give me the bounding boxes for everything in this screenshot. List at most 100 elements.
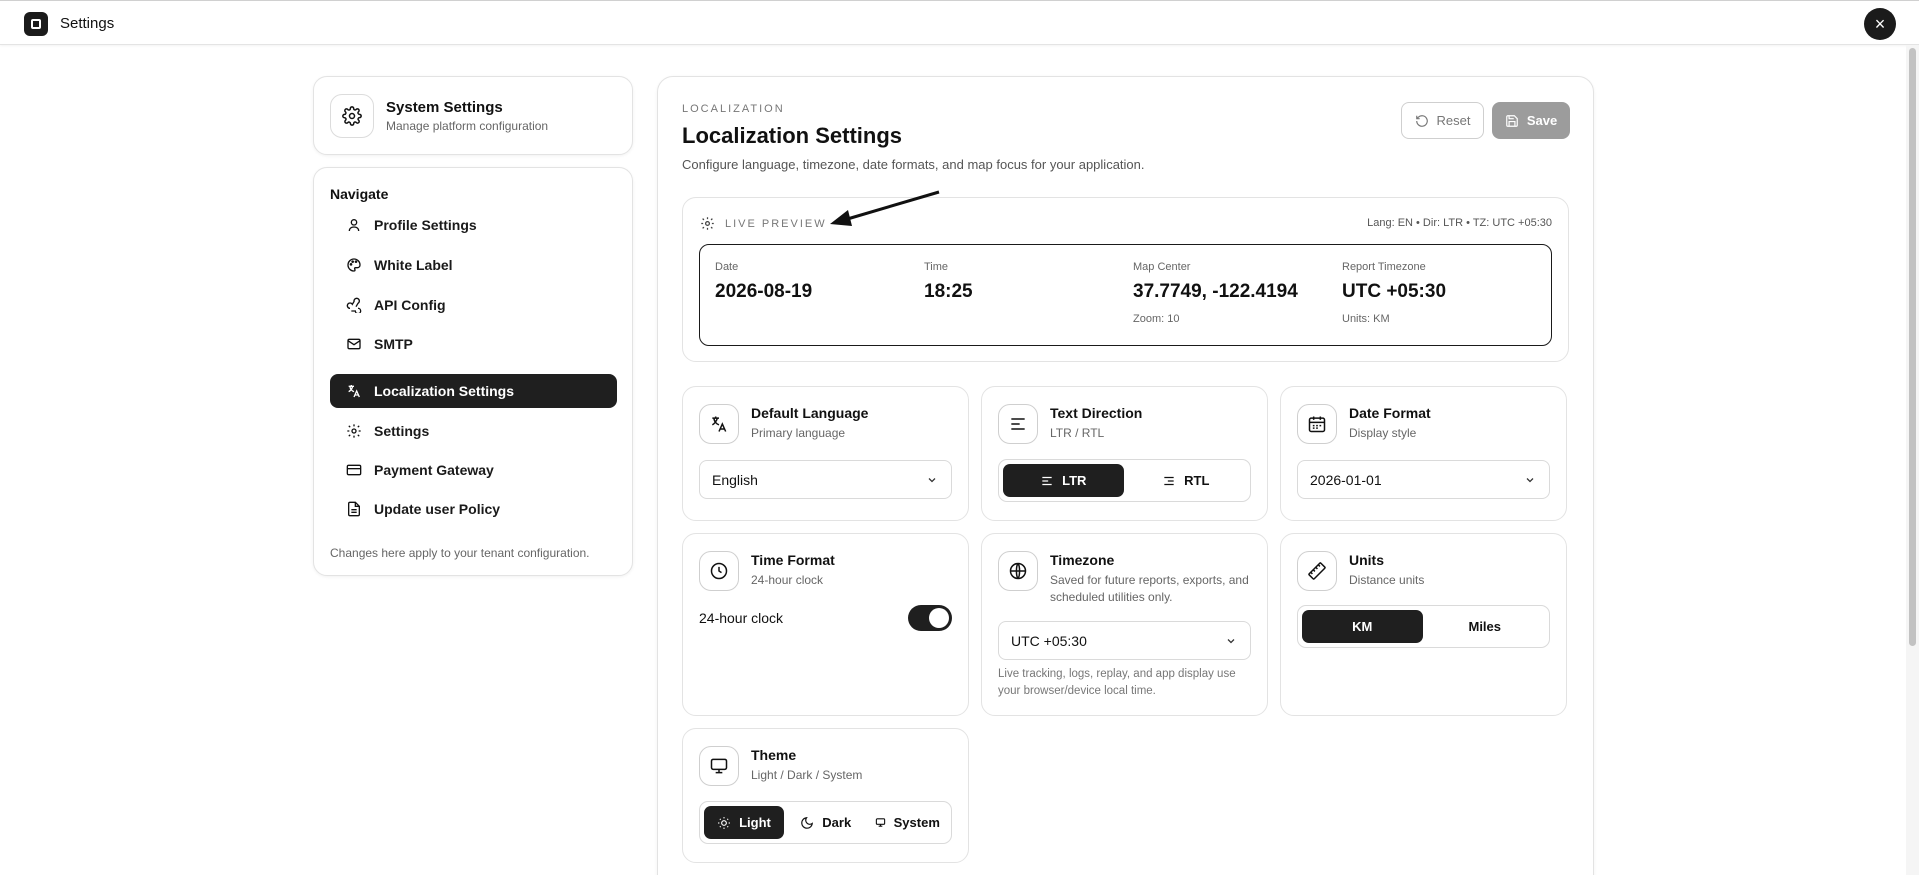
- live-preview: LIVE PREVIEW Lang: EN • Dir: LTR • TZ: U…: [682, 197, 1569, 362]
- theme-light-label: Light: [739, 815, 771, 830]
- timezone-subtitle: Saved for future reports, exports, and s…: [1050, 573, 1249, 604]
- direction-rtl-button[interactable]: RTL: [1126, 464, 1247, 497]
- sidebar-item-update-user-policy[interactable]: Update user Policy: [330, 492, 617, 526]
- sidebar-item-label: Update user Policy: [374, 501, 501, 517]
- preview-date-value: 2026-08-19: [715, 281, 813, 302]
- live-preview-label: LIVE PREVIEW: [725, 218, 827, 230]
- monitor-icon: [875, 818, 885, 827]
- sidebar-item-settings[interactable]: Settings: [330, 414, 617, 448]
- time-format-card: Time Format 24-hour clock 24-hour clock: [682, 533, 969, 716]
- direction-rtl-label: RTL: [1184, 473, 1210, 488]
- theme-system-label: System: [893, 815, 940, 830]
- user-icon: [348, 219, 360, 232]
- sidebar-item-payment-gateway[interactable]: Payment Gateway: [330, 453, 617, 487]
- ruler-icon: [1297, 551, 1337, 591]
- sidebar-item-label: Profile Settings: [374, 217, 477, 233]
- save-label: Save: [1526, 113, 1558, 128]
- calendar-icon: [1297, 404, 1337, 444]
- clock-icon: [699, 551, 739, 591]
- timezone-select[interactable]: UTC +05:30: [998, 621, 1251, 660]
- date-format-title: Date Format: [1349, 405, 1431, 421]
- annotation-arrow-icon: [830, 190, 940, 226]
- language-select[interactable]: English: [699, 460, 952, 499]
- webhook-icon: [346, 297, 362, 313]
- sidebar-item-api-config[interactable]: API Config: [330, 288, 617, 322]
- theme-card: Theme Light / Dark / System Light Dark S…: [682, 728, 969, 863]
- units-km-button[interactable]: KM: [1302, 610, 1423, 643]
- units-miles-label: Miles: [1468, 619, 1501, 634]
- sidebar-item-label: Payment Gateway: [374, 462, 494, 478]
- text-direction-title: Text Direction: [1050, 405, 1143, 421]
- monitor-icon: [699, 746, 739, 786]
- credit-card-icon: [346, 464, 362, 476]
- sun-icon: [718, 816, 730, 829]
- timezone-card: Timezone Saved for future reports, expor…: [981, 533, 1268, 716]
- preview-values-box: Date 2026-08-19 Time 18:25 Map Center 37…: [699, 244, 1552, 346]
- theme-dark-button[interactable]: Dark: [786, 806, 866, 839]
- section-eyebrow: LOCALIZATION: [682, 103, 785, 115]
- preview-map-label: Map Center: [1133, 261, 1191, 273]
- sidebar-item-smtp[interactable]: SMTP: [330, 327, 617, 361]
- live-preview-meta: Lang: EN • Dir: LTR • TZ: UTC +05:30: [1367, 217, 1552, 229]
- default-language-card: Default Language Primary language Englis…: [682, 386, 969, 521]
- time-format-subtitle: 24-hour clock: [751, 573, 824, 587]
- languages-icon: [348, 385, 360, 398]
- preview-tz-units: Units: KM: [1342, 313, 1390, 325]
- sidebar-item-label: SMTP: [374, 336, 413, 352]
- date-format-select[interactable]: 2026-01-01: [1297, 460, 1550, 499]
- 24-hour-clock-toggle[interactable]: [908, 605, 952, 631]
- text-direction-toggle: LTR RTL: [998, 459, 1251, 502]
- units-title: Units: [1349, 552, 1384, 568]
- reset-label: Reset: [1436, 113, 1471, 128]
- languages-icon: [699, 404, 739, 444]
- close-button[interactable]: ×: [1864, 8, 1896, 40]
- sidebar-item-label: API Config: [374, 297, 446, 313]
- theme-light-button[interactable]: Light: [704, 806, 784, 839]
- reset-icon: [1415, 114, 1428, 127]
- sidebar-item-profile-settings[interactable]: Profile Settings: [330, 208, 617, 242]
- save-button[interactable]: Save: [1492, 102, 1570, 139]
- save-icon: [1505, 114, 1518, 127]
- scrollbar-thumb[interactable]: [1909, 48, 1916, 646]
- align-left-icon: [1042, 476, 1052, 485]
- app-logo-icon: [24, 12, 48, 36]
- align-right-icon: [1164, 476, 1174, 485]
- timezone-note: Live tracking, logs, replay, and app dis…: [998, 668, 1236, 697]
- units-toggle: KM Miles: [1297, 605, 1550, 648]
- sidebar-item-white-label[interactable]: White Label: [330, 248, 617, 282]
- timezone-select-value: UTC +05:30: [1011, 632, 1087, 649]
- preview-map-value: 37.7749, -122.4194: [1133, 281, 1298, 302]
- preview-map-zoom: Zoom: 10: [1133, 313, 1180, 325]
- preview-date-label: Date: [715, 261, 739, 273]
- theme-system-button[interactable]: System: [868, 806, 948, 839]
- chevron-down-icon: [1526, 478, 1534, 483]
- gear-icon: [347, 424, 361, 438]
- theme-toggle: Light Dark System: [699, 801, 952, 844]
- sidebar-nav: Navigate Profile Settings White Label AP…: [313, 167, 633, 576]
- theme-dark-label: Dark: [822, 815, 852, 830]
- document-icon: [348, 501, 360, 517]
- preview-tz-label: Report Timezone: [1342, 261, 1426, 273]
- palette-icon: [347, 258, 361, 272]
- globe-icon: [998, 551, 1038, 591]
- sidebar-item-localization-settings[interactable]: Localization Settings: [330, 374, 617, 408]
- theme-title: Theme: [751, 747, 797, 763]
- mail-icon: [347, 338, 361, 350]
- date-format-subtitle: Display style: [1349, 426, 1417, 440]
- sidebar-footer-note: Changes here apply to your tenant config…: [330, 546, 590, 560]
- units-card: Units Distance units KM Miles: [1280, 533, 1567, 716]
- gear-icon: [330, 94, 374, 138]
- theme-subtitle: Light / Dark / System: [751, 768, 863, 782]
- moon-icon: [801, 816, 814, 829]
- sidebar-item-label: Settings: [374, 423, 430, 439]
- date-format-select-value: 2026-01-01: [1310, 471, 1382, 488]
- direction-ltr-button[interactable]: LTR: [1003, 464, 1124, 497]
- units-miles-button[interactable]: Miles: [1425, 610, 1546, 643]
- reset-button[interactable]: Reset: [1401, 102, 1484, 139]
- localization-panel: LOCALIZATION Localization Settings Confi…: [657, 76, 1594, 875]
- nav-heading: Navigate: [330, 186, 389, 202]
- timezone-title: Timezone: [1050, 552, 1115, 568]
- preview-map-center: Map Center 37.7749, -122.4194 Zoom: 10: [1133, 261, 1298, 325]
- chevron-down-icon: [1227, 639, 1235, 644]
- page-subtitle: Configure language, timezone, date forma…: [682, 157, 1145, 172]
